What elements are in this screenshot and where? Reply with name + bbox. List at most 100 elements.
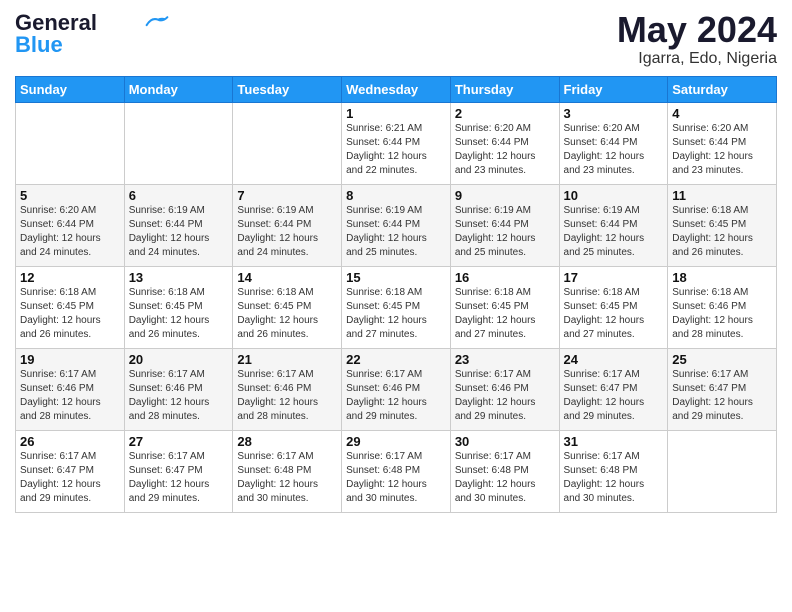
day-cell: 16Sunrise: 6:18 AM Sunset: 6:45 PM Dayli… <box>450 266 559 348</box>
day-cell: 15Sunrise: 6:18 AM Sunset: 6:45 PM Dayli… <box>342 266 451 348</box>
day-info: Sunrise: 6:18 AM Sunset: 6:45 PM Dayligh… <box>20 286 120 342</box>
day-cell: 4Sunrise: 6:20 AM Sunset: 6:44 PM Daylig… <box>668 102 777 184</box>
day-info: Sunrise: 6:18 AM Sunset: 6:45 PM Dayligh… <box>237 286 337 342</box>
day-info: Sunrise: 6:19 AM Sunset: 6:44 PM Dayligh… <box>455 204 555 260</box>
day-cell: 9Sunrise: 6:19 AM Sunset: 6:44 PM Daylig… <box>450 184 559 266</box>
title-month-year: May 2024 <box>617 10 777 50</box>
day-cell: 14Sunrise: 6:18 AM Sunset: 6:45 PM Dayli… <box>233 266 342 348</box>
col-header-friday: Friday <box>559 76 668 102</box>
day-cell: 28Sunrise: 6:17 AM Sunset: 6:48 PM Dayli… <box>233 430 342 512</box>
day-number: 5 <box>20 188 120 203</box>
day-number: 22 <box>346 352 446 367</box>
col-header-sunday: Sunday <box>16 76 125 102</box>
day-number: 26 <box>20 434 120 449</box>
day-cell <box>124 102 233 184</box>
day-number: 4 <box>672 106 772 121</box>
day-info: Sunrise: 6:20 AM Sunset: 6:44 PM Dayligh… <box>672 122 772 178</box>
day-cell: 1Sunrise: 6:21 AM Sunset: 6:44 PM Daylig… <box>342 102 451 184</box>
col-header-monday: Monday <box>124 76 233 102</box>
day-number: 9 <box>455 188 555 203</box>
calendar-header: SundayMondayTuesdayWednesdayThursdayFrid… <box>16 76 777 102</box>
day-cell: 11Sunrise: 6:18 AM Sunset: 6:45 PM Dayli… <box>668 184 777 266</box>
day-number: 19 <box>20 352 120 367</box>
day-cell: 10Sunrise: 6:19 AM Sunset: 6:44 PM Dayli… <box>559 184 668 266</box>
day-info: Sunrise: 6:17 AM Sunset: 6:46 PM Dayligh… <box>20 368 120 424</box>
day-number: 7 <box>237 188 337 203</box>
day-info: Sunrise: 6:17 AM Sunset: 6:48 PM Dayligh… <box>237 450 337 506</box>
day-info: Sunrise: 6:18 AM Sunset: 6:45 PM Dayligh… <box>672 204 772 260</box>
day-cell: 12Sunrise: 6:18 AM Sunset: 6:45 PM Dayli… <box>16 266 125 348</box>
week-row-3: 12Sunrise: 6:18 AM Sunset: 6:45 PM Dayli… <box>16 266 777 348</box>
day-cell: 2Sunrise: 6:20 AM Sunset: 6:44 PM Daylig… <box>450 102 559 184</box>
day-number: 17 <box>564 270 664 285</box>
day-number: 27 <box>129 434 229 449</box>
day-info: Sunrise: 6:17 AM Sunset: 6:46 PM Dayligh… <box>237 368 337 424</box>
day-number: 3 <box>564 106 664 121</box>
day-number: 21 <box>237 352 337 367</box>
day-info: Sunrise: 6:18 AM Sunset: 6:45 PM Dayligh… <box>346 286 446 342</box>
day-number: 15 <box>346 270 446 285</box>
day-cell: 5Sunrise: 6:20 AM Sunset: 6:44 PM Daylig… <box>16 184 125 266</box>
week-row-2: 5Sunrise: 6:20 AM Sunset: 6:44 PM Daylig… <box>16 184 777 266</box>
day-cell: 17Sunrise: 6:18 AM Sunset: 6:45 PM Dayli… <box>559 266 668 348</box>
col-header-tuesday: Tuesday <box>233 76 342 102</box>
day-info: Sunrise: 6:17 AM Sunset: 6:47 PM Dayligh… <box>564 368 664 424</box>
day-cell: 24Sunrise: 6:17 AM Sunset: 6:47 PM Dayli… <box>559 348 668 430</box>
day-cell: 8Sunrise: 6:19 AM Sunset: 6:44 PM Daylig… <box>342 184 451 266</box>
day-info: Sunrise: 6:17 AM Sunset: 6:48 PM Dayligh… <box>564 450 664 506</box>
day-info: Sunrise: 6:18 AM Sunset: 6:46 PM Dayligh… <box>672 286 772 342</box>
header: General Blue May 2024 Igarra, Edo, Niger… <box>15 10 777 68</box>
day-cell: 30Sunrise: 6:17 AM Sunset: 6:48 PM Dayli… <box>450 430 559 512</box>
day-info: Sunrise: 6:17 AM Sunset: 6:47 PM Dayligh… <box>672 368 772 424</box>
day-number: 6 <box>129 188 229 203</box>
day-number: 18 <box>672 270 772 285</box>
col-header-saturday: Saturday <box>668 76 777 102</box>
day-cell: 27Sunrise: 6:17 AM Sunset: 6:47 PM Dayli… <box>124 430 233 512</box>
day-info: Sunrise: 6:21 AM Sunset: 6:44 PM Dayligh… <box>346 122 446 178</box>
page: General Blue May 2024 Igarra, Edo, Niger… <box>0 0 792 612</box>
day-info: Sunrise: 6:19 AM Sunset: 6:44 PM Dayligh… <box>129 204 229 260</box>
day-number: 8 <box>346 188 446 203</box>
day-number: 30 <box>455 434 555 449</box>
day-cell: 20Sunrise: 6:17 AM Sunset: 6:46 PM Dayli… <box>124 348 233 430</box>
week-row-4: 19Sunrise: 6:17 AM Sunset: 6:46 PM Dayli… <box>16 348 777 430</box>
day-info: Sunrise: 6:18 AM Sunset: 6:45 PM Dayligh… <box>564 286 664 342</box>
day-cell: 29Sunrise: 6:17 AM Sunset: 6:48 PM Dayli… <box>342 430 451 512</box>
logo: General Blue <box>15 10 169 58</box>
day-number: 13 <box>129 270 229 285</box>
day-cell: 18Sunrise: 6:18 AM Sunset: 6:46 PM Dayli… <box>668 266 777 348</box>
week-row-5: 26Sunrise: 6:17 AM Sunset: 6:47 PM Dayli… <box>16 430 777 512</box>
day-number: 16 <box>455 270 555 285</box>
title-block: May 2024 Igarra, Edo, Nigeria <box>617 10 777 68</box>
day-info: Sunrise: 6:17 AM Sunset: 6:48 PM Dayligh… <box>455 450 555 506</box>
day-cell: 19Sunrise: 6:17 AM Sunset: 6:46 PM Dayli… <box>16 348 125 430</box>
day-info: Sunrise: 6:20 AM Sunset: 6:44 PM Dayligh… <box>455 122 555 178</box>
day-info: Sunrise: 6:20 AM Sunset: 6:44 PM Dayligh… <box>20 204 120 260</box>
calendar-table: SundayMondayTuesdayWednesdayThursdayFrid… <box>15 76 777 513</box>
day-cell: 21Sunrise: 6:17 AM Sunset: 6:46 PM Dayli… <box>233 348 342 430</box>
day-number: 23 <box>455 352 555 367</box>
day-cell: 23Sunrise: 6:17 AM Sunset: 6:46 PM Dayli… <box>450 348 559 430</box>
day-cell: 3Sunrise: 6:20 AM Sunset: 6:44 PM Daylig… <box>559 102 668 184</box>
day-number: 2 <box>455 106 555 121</box>
day-info: Sunrise: 6:19 AM Sunset: 6:44 PM Dayligh… <box>346 204 446 260</box>
day-cell: 25Sunrise: 6:17 AM Sunset: 6:47 PM Dayli… <box>668 348 777 430</box>
logo-blue: Blue <box>15 32 63 58</box>
day-info: Sunrise: 6:17 AM Sunset: 6:48 PM Dayligh… <box>346 450 446 506</box>
day-number: 10 <box>564 188 664 203</box>
day-number: 11 <box>672 188 772 203</box>
day-cell: 6Sunrise: 6:19 AM Sunset: 6:44 PM Daylig… <box>124 184 233 266</box>
day-info: Sunrise: 6:17 AM Sunset: 6:46 PM Dayligh… <box>455 368 555 424</box>
col-header-wednesday: Wednesday <box>342 76 451 102</box>
day-info: Sunrise: 6:17 AM Sunset: 6:46 PM Dayligh… <box>346 368 446 424</box>
week-row-1: 1Sunrise: 6:21 AM Sunset: 6:44 PM Daylig… <box>16 102 777 184</box>
day-info: Sunrise: 6:19 AM Sunset: 6:44 PM Dayligh… <box>564 204 664 260</box>
day-number: 28 <box>237 434 337 449</box>
day-cell: 22Sunrise: 6:17 AM Sunset: 6:46 PM Dayli… <box>342 348 451 430</box>
logo-bird-icon <box>145 15 169 29</box>
day-number: 1 <box>346 106 446 121</box>
day-cell: 31Sunrise: 6:17 AM Sunset: 6:48 PM Dayli… <box>559 430 668 512</box>
col-header-thursday: Thursday <box>450 76 559 102</box>
day-cell <box>16 102 125 184</box>
day-number: 24 <box>564 352 664 367</box>
